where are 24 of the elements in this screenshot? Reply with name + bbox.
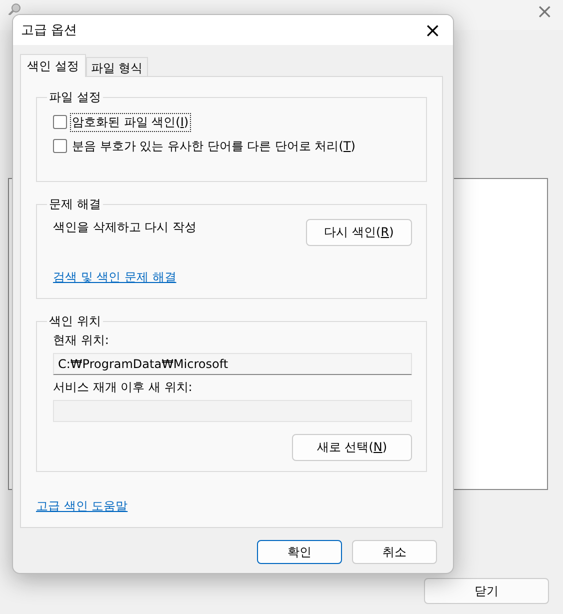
checkbox[interactable]: [53, 115, 67, 129]
tab[interactable]: 파일 형식: [86, 57, 148, 77]
field-label: 현재 위치:: [53, 332, 110, 349]
select-new-button[interactable]: 새로 선택(N): [292, 434, 412, 461]
close-window-button[interactable]: 닫기: [424, 578, 549, 604]
dialog-title: 고급 옵션: [21, 22, 78, 39]
troubleshoot-link[interactable]: 검색 및 색인 문제 해결: [53, 269, 176, 286]
group-title: 파일 설정: [48, 89, 102, 106]
checkbox-label[interactable]: 암호화된 파일 색인(I): [70, 112, 191, 132]
field-label: 서비스 재개 이후 새 위치:: [53, 379, 194, 396]
checkbox-label[interactable]: 분음 부호가 있는 유사한 단어를 다른 단어로 처리(T): [70, 136, 358, 156]
close-button[interactable]: ×: [420, 18, 445, 42]
group-title: 색인 위치: [48, 313, 102, 330]
help-link[interactable]: 고급 색인 도움말: [36, 498, 128, 515]
description-text: 색인을 삭제하고 다시 작성: [53, 218, 196, 236]
group-title: 문제 해결: [48, 196, 102, 213]
ok-button[interactable]: 확인: [257, 540, 342, 564]
cancel-button[interactable]: 취소: [352, 540, 437, 564]
close-button[interactable]: ×: [536, 0, 553, 23]
reindex-button[interactable]: 다시 색인(R): [306, 218, 412, 246]
input-field[interactable]: C:₩ProgramData₩Microsoft: [53, 353, 412, 375]
tab[interactable]: 색인 설정: [20, 54, 86, 77]
checkbox[interactable]: [53, 139, 67, 153]
magnifier-icon: [8, 3, 22, 15]
